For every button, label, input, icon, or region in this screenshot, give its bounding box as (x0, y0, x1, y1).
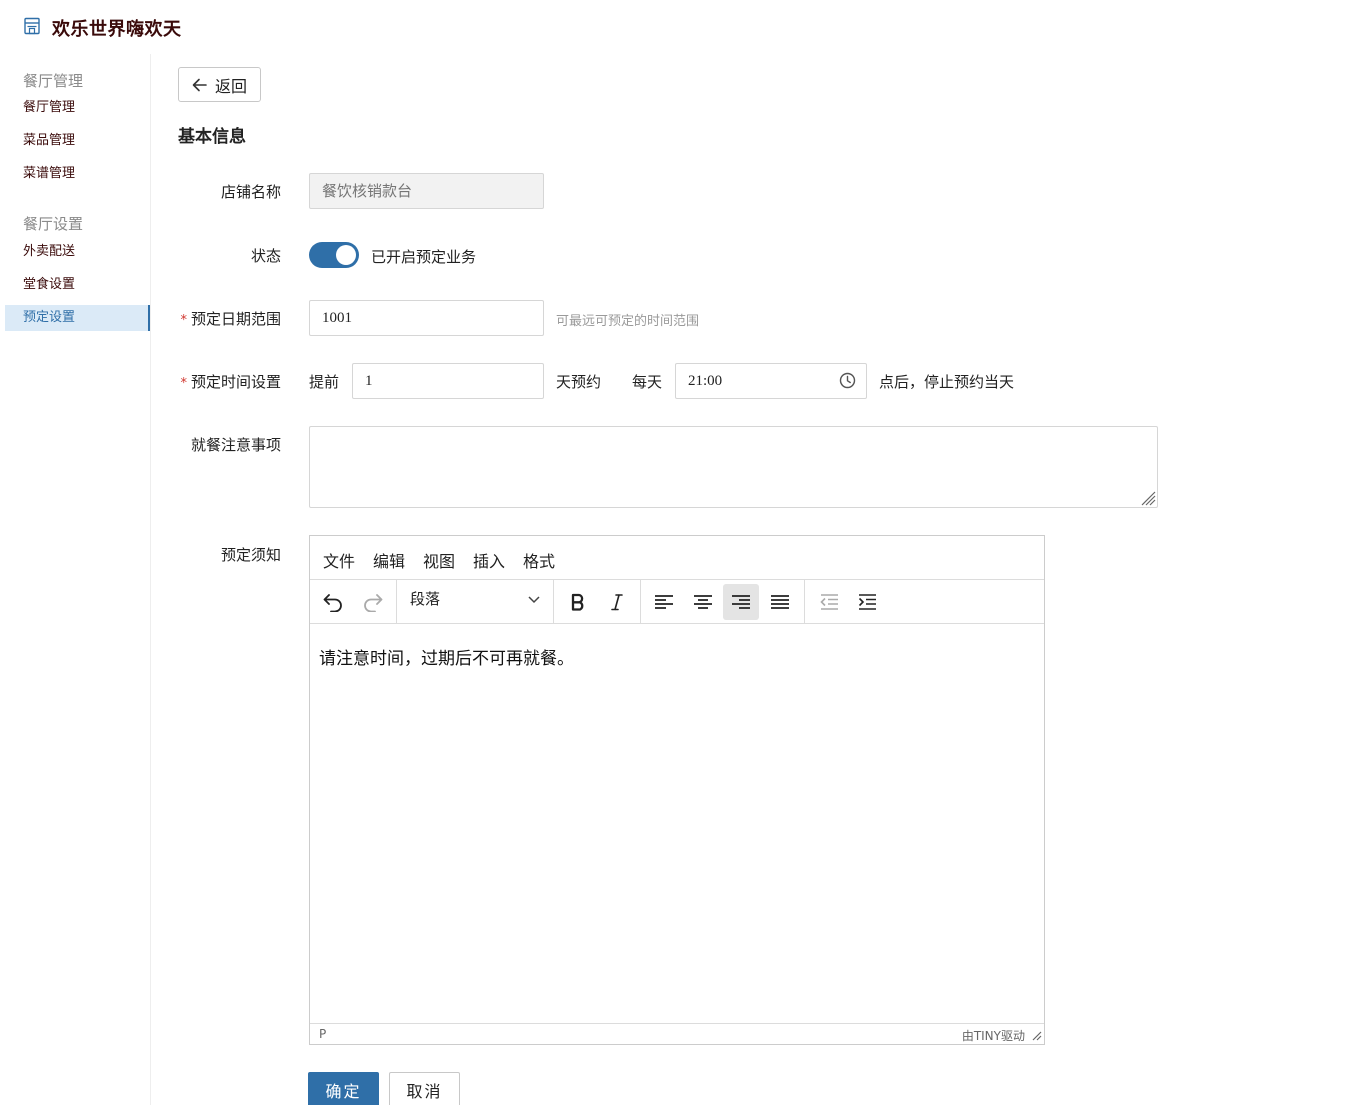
cutoff-time-picker[interactable] (675, 363, 867, 399)
bold-button[interactable] (560, 584, 596, 620)
outdent-icon (820, 594, 838, 610)
cancel-button[interactable]: 取消 (389, 1072, 460, 1105)
advance-days-input[interactable] (352, 363, 544, 399)
block-format-select[interactable]: 段落 (410, 588, 440, 609)
store-name-input[interactable] (309, 173, 544, 209)
time-suffix: 点后，停止预约当天 (879, 373, 1015, 391)
menu-format[interactable]: 格式 (523, 548, 555, 572)
bold-icon (571, 593, 584, 611)
app-header: 欢乐世界嗨欢天 (0, 0, 1354, 54)
resize-grip-icon[interactable] (1031, 1030, 1042, 1041)
dining-notes-textarea[interactable] (309, 426, 1158, 508)
toolbar-separator (553, 580, 554, 623)
toolbar-separator (804, 580, 805, 623)
menu-edit[interactable]: 编辑 (373, 548, 405, 572)
align-left-button[interactable] (646, 584, 682, 620)
redo-icon (364, 594, 383, 612)
powered-by-link[interactable]: 由TINY驱动 (962, 1027, 1025, 1044)
editor-menubar: 文件 编辑 视图 插入 格式 (310, 536, 1044, 580)
undo-button[interactable] (315, 584, 351, 620)
editor-content[interactable]: 请注意时间，过期后不可再就餐。 (319, 644, 574, 669)
confirm-button[interactable]: 确定 (308, 1072, 379, 1105)
sidebar-item-booking-settings[interactable]: 预定设置 (5, 305, 150, 331)
outdent-button[interactable] (811, 584, 847, 620)
time-setting-label: * 预定时间设置 (180, 373, 281, 391)
booking-status-toggle[interactable] (309, 242, 359, 268)
status-text: 已开启预定业务 (371, 248, 477, 266)
sidebar-item-delivery[interactable]: 外卖配送 (5, 239, 150, 265)
justify-icon (771, 595, 789, 609)
align-left-icon (655, 595, 673, 609)
date-range-hint: 可最远可预定的时间范围 (556, 314, 700, 329)
sidebar-item-restaurant-management[interactable]: 餐厅管理 (5, 95, 150, 121)
sidebar: 餐厅管理 餐厅管理 菜品管理 菜谱管理 餐厅设置 外卖配送 堂食设置 预定设置 (0, 54, 151, 1105)
align-right-icon (732, 595, 750, 609)
arrow-left-icon (192, 78, 207, 91)
sidebar-item-menu-management[interactable]: 菜谱管理 (5, 161, 150, 187)
align-center-icon (694, 595, 712, 609)
sidebar-group-restaurant-settings: 餐厅设置 (23, 215, 84, 233)
daily-label: 每天 (632, 373, 663, 391)
rich-text-editor: 文件 编辑 视图 插入 格式 段落 请注意时间，过期后不可再就餐。 P 由TIN… (309, 535, 1045, 1045)
editor-toolbar: 段落 (310, 580, 1044, 624)
resize-grip-icon (1141, 491, 1156, 506)
menu-file[interactable]: 文件 (323, 548, 355, 572)
required-mark: * (180, 376, 187, 391)
toolbar-separator (396, 580, 397, 623)
main-content: 返回 基本信息 店铺名称 状态 已开启预定业务 *预定日期范围 可最远可预定的时… (151, 54, 1354, 1105)
sidebar-item-dish-management[interactable]: 菜品管理 (5, 128, 150, 154)
back-button[interactable]: 返回 (178, 67, 261, 102)
sidebar-item-dine-in-settings[interactable]: 堂食设置 (5, 272, 150, 298)
italic-button[interactable] (599, 584, 635, 620)
sidebar-group-restaurant-management: 餐厅管理 (23, 72, 84, 90)
toolbar-separator (640, 580, 641, 623)
time-setting-prefix: 提前 (309, 373, 340, 391)
dining-notes-label: 就餐注意事项 (190, 436, 281, 454)
menu-insert[interactable]: 插入 (473, 548, 505, 572)
booking-notice-label: 预定须知 (220, 546, 281, 564)
required-mark: * (180, 313, 187, 328)
justify-button[interactable] (762, 584, 798, 620)
date-range-input[interactable] (309, 300, 544, 336)
chevron-down-icon (528, 596, 540, 604)
back-button-label: 返回 (215, 76, 248, 96)
element-path[interactable]: P (319, 1027, 326, 1041)
app-title: 欢乐世界嗨欢天 (52, 19, 182, 40)
store-name-label: 店铺名称 (220, 183, 281, 201)
clock-icon (839, 372, 856, 389)
redo-button[interactable] (355, 584, 391, 620)
days-suffix: 天预约 (556, 373, 602, 391)
align-center-button[interactable] (685, 584, 721, 620)
indent-icon (858, 594, 876, 610)
italic-icon (611, 594, 623, 611)
editor-statusbar: P 由TINY驱动 (310, 1023, 1044, 1044)
date-range-label: * 预定日期范围 (180, 310, 281, 328)
indent-button[interactable] (849, 584, 885, 620)
toggle-knob (336, 245, 356, 265)
menu-view[interactable]: 视图 (423, 548, 455, 572)
undo-icon (323, 594, 342, 612)
align-right-button[interactable] (723, 584, 759, 620)
store-icon (24, 17, 40, 35)
status-label: 状态 (250, 247, 281, 265)
section-title: 基本信息 (178, 127, 246, 147)
